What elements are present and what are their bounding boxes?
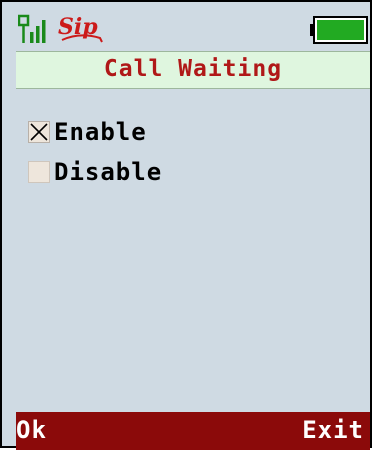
phone-screen: Sip Call Waiting Enable Disable Ok Exit <box>0 0 372 450</box>
title-bar: Call Waiting <box>16 51 370 89</box>
checkbox-checked-icon[interactable] <box>28 121 50 143</box>
option-label: Disable <box>54 158 163 186</box>
ok-softkey[interactable]: Ok <box>16 416 47 444</box>
softkey-bar: Ok Exit <box>16 412 370 450</box>
option-disable[interactable]: Disable <box>28 156 162 188</box>
option-label: Enable <box>54 118 147 146</box>
status-bar: Sip <box>16 10 370 51</box>
checkbox-unchecked-icon[interactable] <box>28 161 50 183</box>
battery-full-icon <box>310 16 368 44</box>
page-title: Call Waiting <box>103 56 283 82</box>
signal-strength-icon <box>18 14 46 43</box>
sip-logo-icon: Sip <box>58 14 103 43</box>
option-enable[interactable]: Enable <box>28 116 147 148</box>
exit-softkey[interactable]: Exit <box>302 416 364 444</box>
